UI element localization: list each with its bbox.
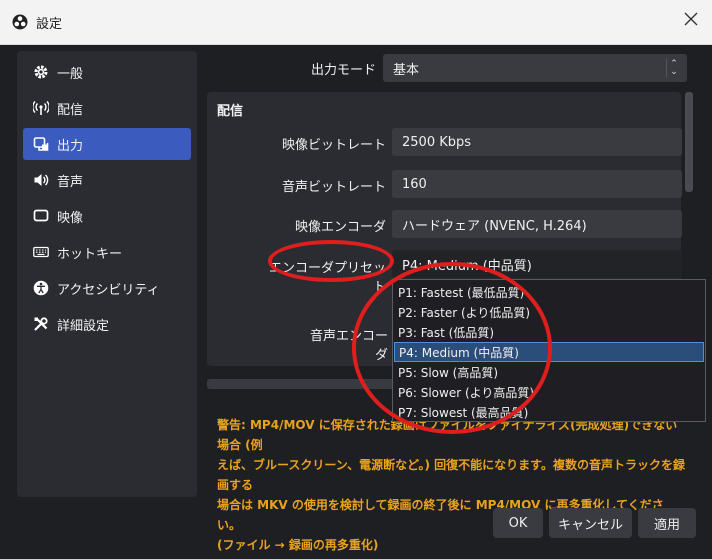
- settings-sidebar: 一般 配信 出力 音声 映像 ホットキー アクセシビリティ 詳細設定: [17, 51, 197, 497]
- preset-option[interactable]: P6: Slower (より高品質): [394, 382, 704, 402]
- preset-option[interactable]: P5: Slow (高品質): [394, 362, 704, 382]
- speaker-icon: [33, 172, 49, 188]
- cancel-button[interactable]: キャンセル: [549, 508, 632, 538]
- sidebar-item-label: 出力: [57, 138, 84, 154]
- preset-option[interactable]: P1: Fastest (最低品質): [394, 282, 704, 302]
- window-title: 設定: [36, 17, 63, 32]
- preset-option-selected[interactable]: P4: Medium (中品質): [394, 342, 704, 362]
- close-icon[interactable]: [684, 12, 698, 26]
- vertical-scrollbar[interactable]: [685, 92, 693, 192]
- sidebar-item-hotkeys[interactable]: ホットキー: [23, 236, 191, 268]
- sidebar-item-general[interactable]: 一般: [23, 56, 191, 88]
- tools-icon: [33, 316, 49, 332]
- output-mode-label: 出力モード: [310, 63, 376, 78]
- output-mode-value: 基本: [393, 62, 420, 78]
- video-encoder-label: 映像エンコーダ: [294, 220, 386, 235]
- preset-option[interactable]: P7: Slowest (最高品質): [394, 402, 704, 422]
- video-bitrate-value: 2500 Kbps: [402, 134, 472, 150]
- sidebar-item-label: 一般: [57, 66, 84, 82]
- encoder-preset-value: P4: Medium (中品質): [402, 258, 532, 274]
- chevron-updown-icon: ⌃ ⌄: [666, 59, 681, 77]
- group-title: 配信: [217, 104, 244, 119]
- sidebar-item-audio[interactable]: 音声: [23, 164, 191, 196]
- monitor-icon: [33, 208, 49, 224]
- audio-encoder-label: 音声エンコーダ: [309, 329, 388, 363]
- output-mode-select[interactable]: 基本 ⌃ ⌄: [383, 54, 687, 82]
- obs-logo-icon: [12, 14, 28, 30]
- sidebar-item-label: 詳細設定: [57, 318, 110, 334]
- preset-option[interactable]: P2: Faster (より低品質): [394, 302, 704, 322]
- video-bitrate-input[interactable]: 2500 Kbps: [392, 128, 682, 156]
- ok-button[interactable]: OK: [493, 508, 543, 538]
- warning-line: えば、ブルースクリーン、電源断など。) 回復不能になります。複数の音声トラックを…: [217, 458, 685, 492]
- sidebar-item-label: 配信: [57, 102, 84, 118]
- sidebar-item-label: アクセシビリティ: [57, 282, 160, 298]
- broadcast-icon: [33, 100, 49, 116]
- sidebar-item-output[interactable]: 出力: [23, 128, 191, 160]
- output-icon: [33, 136, 49, 152]
- audio-bitrate-select[interactable]: 160: [392, 170, 682, 198]
- sidebar-item-accessibility[interactable]: アクセシビリティ: [23, 272, 191, 304]
- sidebar-item-label: 音声: [57, 174, 84, 190]
- video-encoder-select[interactable]: ハードウェア (NVENC, H.264): [392, 210, 682, 238]
- sidebar-item-stream[interactable]: 配信: [23, 92, 191, 124]
- sidebar-item-label: ホットキー: [57, 246, 123, 262]
- audio-bitrate-label: 音声ビットレート: [281, 180, 386, 195]
- encoder-preset-select[interactable]: P4: Medium (中品質): [392, 250, 682, 278]
- accessibility-icon: [33, 280, 49, 296]
- sidebar-item-advanced[interactable]: 詳細設定: [23, 308, 191, 340]
- video-encoder-value: ハードウェア (NVENC, H.264): [402, 218, 587, 234]
- keyboard-icon: [33, 244, 49, 260]
- encoder-preset-label: エンコーダプリセット: [268, 261, 386, 295]
- title-bar: 設定: [0, 0, 712, 45]
- encoder-preset-dropdown: P1: Fastest (最低品質) P2: Faster (より低品質) P3…: [392, 279, 706, 422]
- warning-line: (ファイル → 録画の再多重化): [217, 538, 379, 552]
- sidebar-item-video[interactable]: 映像: [23, 200, 191, 232]
- sidebar-item-label: 映像: [57, 210, 84, 226]
- gear-icon: [33, 64, 49, 80]
- preset-option[interactable]: P3: Fast (低品質): [394, 322, 704, 342]
- video-bitrate-label: 映像ビットレート: [281, 138, 386, 153]
- audio-bitrate-value: 160: [402, 176, 427, 192]
- apply-button[interactable]: 適用: [638, 508, 696, 538]
